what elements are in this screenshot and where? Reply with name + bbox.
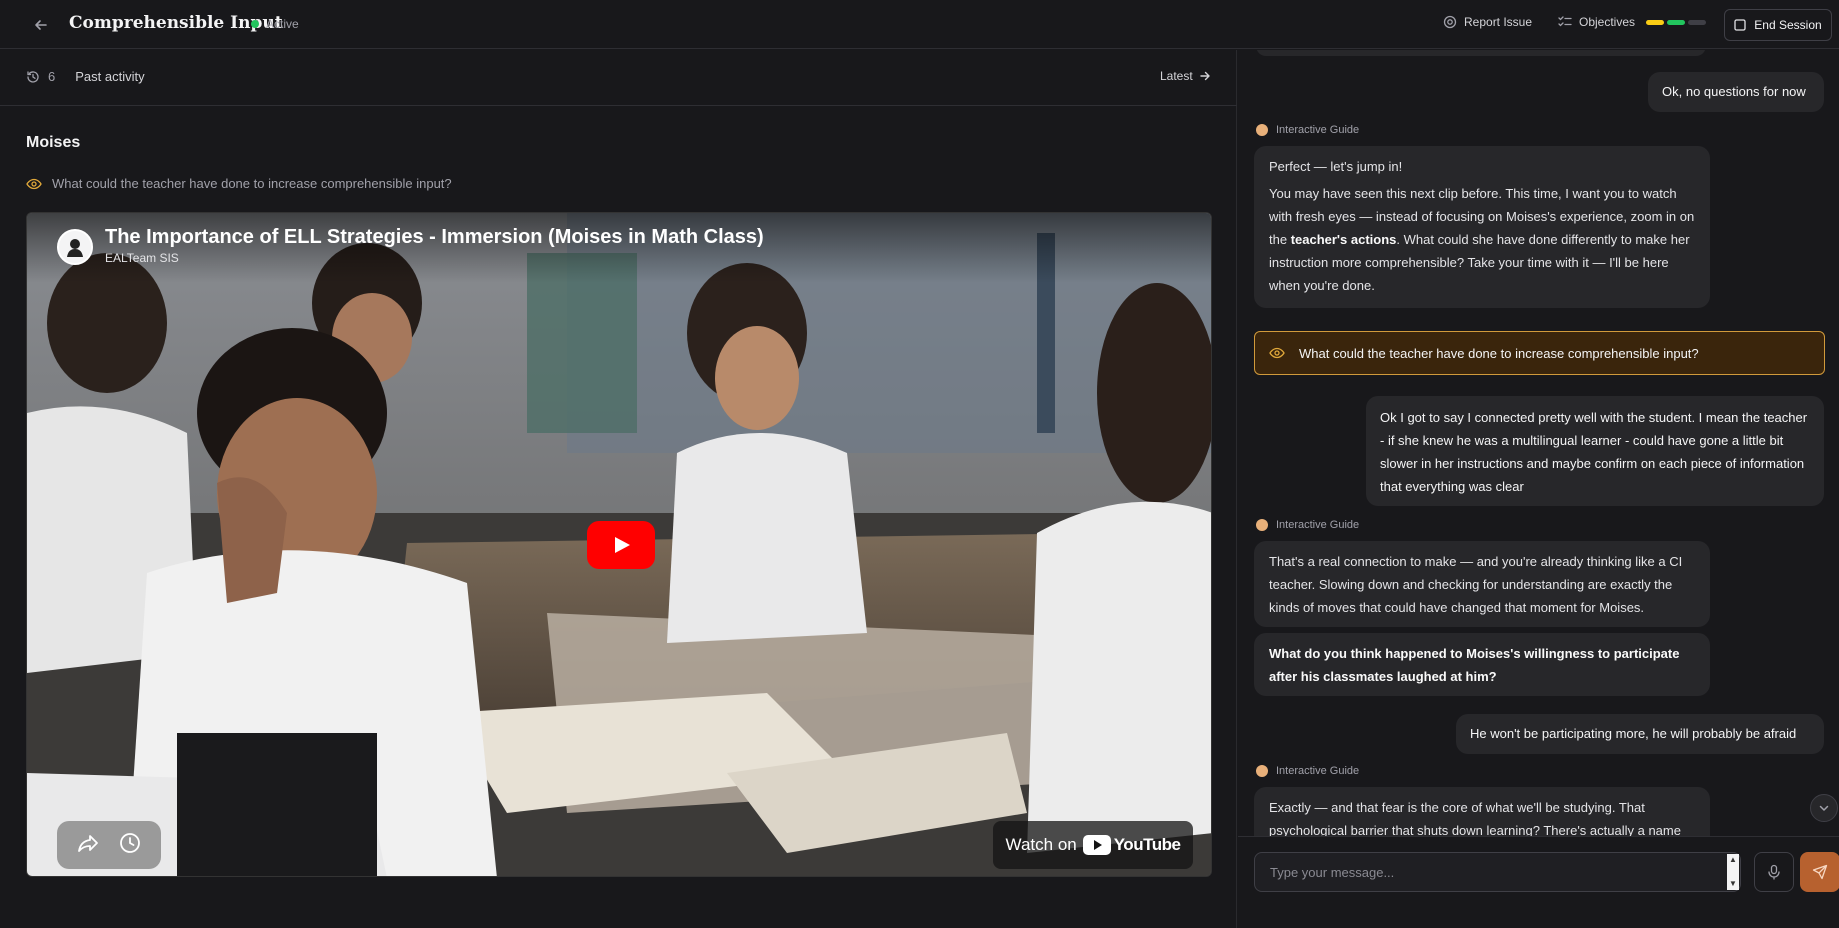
past-activity-button[interactable]: 6 Past activity — [26, 69, 145, 84]
guide-name: Interactive Guide — [1276, 765, 1360, 777]
guide-message-intro: Perfect — let's jump in! — [1269, 159, 1403, 174]
eye-icon — [1269, 347, 1285, 359]
user-message: Ok, no questions for now — [1648, 72, 1824, 112]
eye-icon — [26, 178, 42, 189]
user-message-text: Ok, no questions for now — [1662, 84, 1806, 99]
microphone-button[interactable] — [1754, 852, 1794, 892]
life-buoy-icon — [1443, 15, 1457, 29]
report-issue-button[interactable]: Report Issue — [1443, 15, 1532, 29]
share-icon — [78, 834, 98, 852]
send-button[interactable] — [1800, 852, 1839, 892]
scroll-to-bottom-button[interactable] — [1810, 794, 1838, 822]
guide-message: Perfect — let's jump in! You may have se… — [1254, 146, 1710, 308]
reflection-prompt-card: What could the teacher have done to incr… — [1254, 331, 1825, 375]
objective-bar-3 — [1688, 19, 1707, 25]
user-message-text: Ok I got to say I connected pretty well … — [1380, 410, 1808, 494]
end-session-button[interactable]: End Session — [1724, 9, 1832, 41]
watch-on-label: Watch on — [1005, 835, 1077, 854]
activity-label: Past activity — [75, 69, 145, 84]
arrow-right-icon — [1200, 71, 1210, 81]
reflection-prompt-card-text: What could the teacher have done to incr… — [1299, 345, 1699, 361]
square-icon — [1734, 19, 1746, 31]
share-button[interactable] — [76, 831, 100, 860]
chevron-down-icon — [1819, 805, 1829, 811]
objectives-button[interactable]: Objectives — [1558, 15, 1707, 29]
history-icon — [27, 70, 39, 83]
arrow-left-icon — [35, 20, 47, 30]
stepper-up-icon: ▲ — [1729, 855, 1737, 864]
guide-question-text: What do you think happened to Moises's w… — [1269, 646, 1680, 684]
status-label: Active — [266, 17, 299, 31]
message-composer: ▲ ▼ — [1238, 836, 1839, 928]
back-button[interactable] — [30, 14, 52, 36]
guide-avatar — [1256, 519, 1268, 531]
reflection-prompt-text: What could the teacher have done to incr… — [52, 176, 452, 191]
chat-panel[interactable]: Ok, no questions for now Interactive Gui… — [1238, 50, 1839, 836]
send-icon — [1812, 864, 1828, 880]
guide-label: Interactive Guide — [1256, 765, 1359, 777]
guide-name: Interactive Guide — [1276, 519, 1360, 531]
content-panel: 6 Past activity Latest Moises What could… — [0, 50, 1237, 928]
microphone-icon — [1768, 864, 1780, 880]
section-title: Moises — [26, 134, 81, 151]
channel-logo-icon — [67, 239, 83, 257]
guide-message-text: Exactly — and that fear is the core of w… — [1269, 800, 1681, 836]
top-bar: Comprehensible Input Active Report Issue… — [0, 0, 1839, 49]
guide-message-body: You may have seen this next clip before.… — [1269, 182, 1695, 297]
objectives-label: Objectives — [1579, 15, 1636, 29]
previous-message-edge — [1256, 50, 1706, 56]
user-message: Ok I got to say I connected pretty well … — [1366, 396, 1824, 506]
report-issue-label: Report Issue — [1464, 15, 1533, 29]
status-dot — [251, 20, 259, 28]
channel-avatar[interactable] — [57, 229, 93, 265]
objective-bar-1 — [1646, 19, 1665, 25]
guide-label: Interactive Guide — [1256, 519, 1359, 531]
end-session-label: End Session — [1754, 18, 1822, 32]
user-message: He won't be participating more, he will … — [1456, 714, 1824, 754]
user-message-text: He won't be participating more, he will … — [1470, 726, 1797, 741]
play-button[interactable] — [587, 521, 655, 569]
latest-label: Latest — [1160, 69, 1193, 83]
objectives-progress — [1646, 19, 1707, 25]
watch-later-button[interactable] — [118, 831, 142, 860]
video-player[interactable]: The Importance of ELL Strategies - Immer… — [26, 212, 1212, 877]
guide-label: Interactive Guide — [1256, 124, 1359, 136]
youtube-logo: YouTube — [1082, 835, 1181, 855]
watch-on-youtube-button[interactable]: Watch on YouTube — [993, 821, 1193, 869]
objective-bar-2 — [1667, 19, 1686, 25]
list-checks-icon — [1558, 16, 1572, 27]
reflection-prompt: What could the teacher have done to incr… — [26, 176, 452, 191]
status-indicator: Active — [251, 17, 299, 31]
video-title[interactable]: The Importance of ELL Strategies - Immer… — [105, 226, 764, 249]
guide-message-emphasis: teacher's actions — [1290, 232, 1397, 247]
guide-avatar — [1256, 124, 1268, 136]
stepper-down-icon: ▼ — [1729, 879, 1737, 888]
clock-icon — [120, 832, 140, 853]
guide-message: That's a real connection to make — and y… — [1254, 541, 1710, 627]
guide-avatar — [1256, 765, 1268, 777]
youtube-wordmark: YouTube — [1113, 835, 1181, 854]
guide-message: Exactly — and that fear is the core of w… — [1254, 787, 1710, 836]
play-icon — [615, 537, 630, 553]
guide-message-text: That's a real connection to make — and y… — [1269, 554, 1683, 615]
input-stepper[interactable]: ▲ ▼ — [1727, 854, 1739, 890]
guide-question: What do you think happened to Moises's w… — [1254, 633, 1710, 696]
youtube-play-icon — [1082, 835, 1111, 855]
activity-count: 6 — [48, 69, 56, 84]
message-input[interactable] — [1254, 852, 1741, 892]
guide-name: Interactive Guide — [1276, 124, 1360, 136]
app: Comprehensible Input Active Report Issue… — [0, 0, 1839, 928]
latest-button[interactable]: Latest — [1160, 69, 1211, 83]
video-controls — [57, 821, 161, 869]
video-channel[interactable]: EALTeam SIS — [105, 251, 179, 265]
activity-bar: 6 Past activity Latest — [0, 50, 1237, 106]
